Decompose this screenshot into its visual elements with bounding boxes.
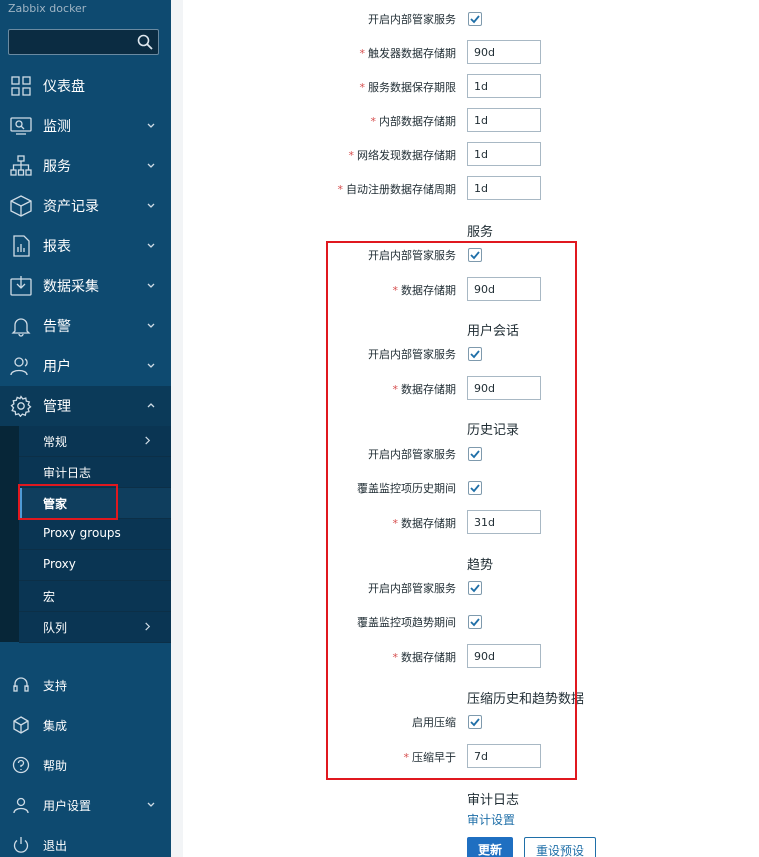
form-row: * 内部数据存储期 1d bbox=[183, 106, 759, 136]
form-row: * 服务数据保存期限 1d bbox=[183, 72, 759, 102]
menu-item-monitoring[interactable]: 监测 bbox=[0, 106, 171, 146]
highlight-box bbox=[326, 241, 577, 780]
menu-label: 服务 bbox=[43, 159, 71, 175]
submenu-item-proxy-groups[interactable]: Proxy groups bbox=[19, 519, 171, 550]
submenu-item-proxy[interactable]: Proxy bbox=[19, 550, 171, 581]
network-discovery-storage-input[interactable]: 1d bbox=[467, 142, 541, 166]
menu-item-sign-out[interactable]: 退出 bbox=[0, 825, 171, 857]
menu-label: 用户设置 bbox=[43, 799, 92, 813]
inventory-icon bbox=[10, 195, 32, 217]
menu-label: 报表 bbox=[43, 239, 71, 255]
chevron-down-icon bbox=[147, 323, 155, 328]
reports-icon bbox=[13, 235, 30, 257]
menu-item-data-collection[interactable]: 数据采集 bbox=[0, 266, 171, 306]
chevron-down-icon bbox=[147, 283, 155, 288]
menu-label: 管理 bbox=[43, 399, 71, 415]
field-label: * 网络发现数据存储期 bbox=[348, 149, 457, 162]
menu-label: 用户 bbox=[43, 359, 71, 375]
submenu-label: 常规 bbox=[43, 435, 68, 449]
menu-item-inventory[interactable]: 资产记录 bbox=[0, 186, 171, 226]
form-row: 开启内部管家服务 bbox=[183, 4, 759, 34]
submenu-label: Proxy bbox=[43, 557, 76, 571]
menu-label: 监测 bbox=[43, 119, 71, 135]
section-heading-services: 服务 bbox=[467, 225, 494, 240]
events-enable-checkbox[interactable] bbox=[468, 12, 482, 26]
form-row: * 自动注册数据存储周期 1d bbox=[183, 174, 759, 204]
dashboard-icon bbox=[11, 76, 31, 96]
menu-label: 退出 bbox=[43, 839, 68, 853]
menu-item-dashboard[interactable]: 仪表盘 bbox=[0, 66, 171, 106]
submenu-label: Proxy groups bbox=[43, 526, 121, 540]
menu-item-help[interactable]: 帮助 bbox=[0, 745, 171, 785]
chevron-right-icon bbox=[145, 436, 151, 445]
section-heading-audit-log: 审计日志 bbox=[467, 793, 520, 808]
submenu-item-general[interactable]: 常规 bbox=[19, 426, 171, 457]
menu-item-administration[interactable]: 管理 bbox=[0, 386, 171, 426]
menu-label: 帮助 bbox=[43, 759, 68, 773]
highlight-box bbox=[18, 484, 118, 520]
alerts-icon bbox=[11, 318, 31, 337]
search-icon[interactable] bbox=[136, 33, 154, 51]
chevron-down-icon bbox=[147, 203, 155, 208]
brand-logo[interactable]: Zabbix docker bbox=[8, 2, 86, 15]
monitoring-icon bbox=[10, 117, 32, 135]
menu-item-reports[interactable]: 报表 bbox=[0, 226, 171, 266]
menu-item-support[interactable]: 支持 bbox=[0, 665, 171, 705]
menu-label: 仪表盘 bbox=[43, 79, 85, 95]
administration-submenu: 常规 审计日志 管家 Proxy groups Proxy 宏 队列 bbox=[0, 426, 171, 643]
integrations-icon bbox=[13, 716, 29, 734]
field-label: 开启内部管家服务 bbox=[368, 13, 456, 26]
autoregistration-storage-input[interactable]: 1d bbox=[467, 176, 541, 200]
menu-item-services[interactable]: 服务 bbox=[0, 146, 171, 186]
trigger-data-storage-input[interactable]: 90d bbox=[467, 40, 541, 64]
audit-settings-link[interactable]: 审计设置 bbox=[467, 811, 515, 828]
chevron-down-icon bbox=[147, 363, 155, 368]
submenu-label: 队列 bbox=[43, 621, 68, 635]
submenu-label: 审计日志 bbox=[43, 466, 92, 480]
chevron-down-icon bbox=[147, 243, 155, 248]
form-row: * 网络发现数据存储期 1d bbox=[183, 140, 759, 170]
submenu-label: 宏 bbox=[43, 590, 56, 604]
field-label: * 自动注册数据存储周期 bbox=[337, 183, 457, 196]
submenu-item-macros[interactable]: 宏 bbox=[19, 581, 171, 612]
reset-defaults-button[interactable]: 重设预设 bbox=[524, 837, 596, 857]
field-label: * 触发器数据存储期 bbox=[359, 47, 457, 60]
submenu-item-queue[interactable]: 队列 bbox=[19, 612, 171, 643]
field-label: * 内部数据存储期 bbox=[370, 115, 457, 128]
help-icon bbox=[12, 756, 30, 774]
support-icon bbox=[13, 677, 29, 692]
field-label: * 服务数据保存期限 bbox=[359, 81, 457, 94]
menu-label: 资产记录 bbox=[43, 199, 99, 215]
menu-label: 数据采集 bbox=[43, 279, 99, 295]
update-button[interactable]: 更新 bbox=[467, 837, 513, 857]
chevron-down-icon bbox=[147, 163, 155, 168]
internal-data-storage-input[interactable]: 1d bbox=[467, 108, 541, 132]
power-icon bbox=[13, 837, 29, 853]
menu-label: 集成 bbox=[43, 719, 68, 733]
chevron-right-icon bbox=[145, 622, 151, 631]
search-input[interactable] bbox=[8, 29, 159, 55]
menu-item-user-settings[interactable]: 用户设置 bbox=[0, 785, 171, 825]
users-icon bbox=[10, 357, 28, 376]
chevron-up-icon bbox=[147, 403, 155, 408]
check-icon bbox=[470, 15, 480, 24]
menu-label: 告警 bbox=[43, 319, 71, 335]
sidebar: Zabbix docker 仪表盘 监测 服务 资产记录 报表 数据采集 告警 bbox=[0, 0, 171, 857]
service-data-storage-input[interactable]: 1d bbox=[467, 74, 541, 98]
services-icon bbox=[10, 155, 32, 176]
user-settings-icon bbox=[13, 797, 29, 814]
data-collection-icon bbox=[10, 276, 32, 296]
submenu-indent bbox=[0, 426, 19, 642]
chevron-down-icon bbox=[147, 802, 155, 807]
menu-item-alerts[interactable]: 告警 bbox=[0, 306, 171, 346]
menu-label: 支持 bbox=[43, 679, 68, 693]
menu-item-users[interactable]: 用户 bbox=[0, 346, 171, 386]
chevron-down-icon bbox=[147, 123, 155, 128]
administration-icon bbox=[10, 395, 32, 417]
form-row: * 触发器数据存储期 90d bbox=[183, 38, 759, 68]
menu-item-integrations[interactable]: 集成 bbox=[0, 705, 171, 745]
